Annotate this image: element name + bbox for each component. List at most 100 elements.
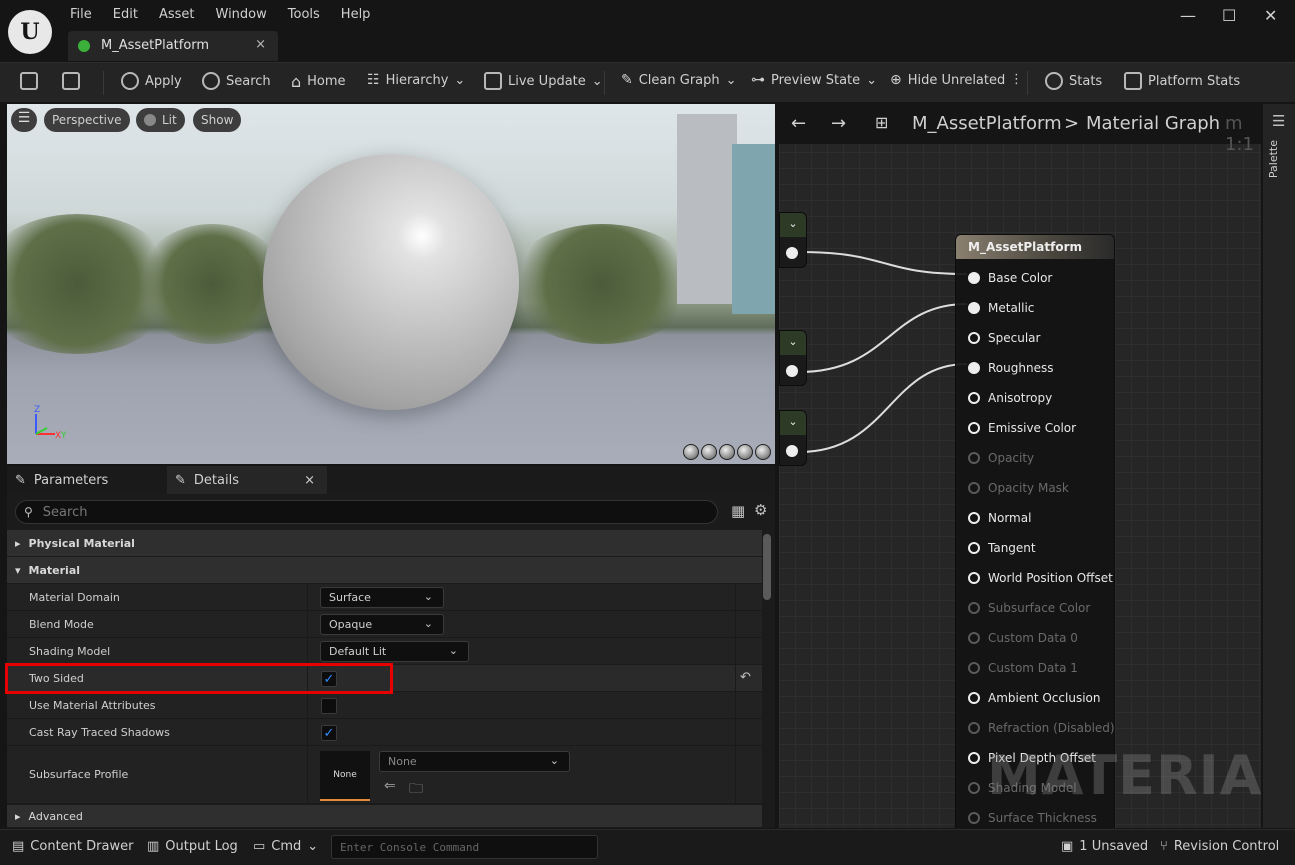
category-material[interactable]: ▾ Material xyxy=(7,557,762,583)
settings-gear-icon[interactable]: ⚙ xyxy=(754,501,767,519)
document-tab[interactable]: M_AssetPlatform × xyxy=(68,31,278,61)
custom-mesh-preview-button[interactable] xyxy=(755,444,771,460)
node-input-pin[interactable]: Metallic xyxy=(968,301,1034,315)
node-input-pin[interactable]: Refraction (Disabled) xyxy=(968,721,1115,735)
platform-stats-button[interactable]: Platform Stats xyxy=(1124,72,1240,90)
node-input-pin[interactable]: Custom Data 1 xyxy=(968,661,1078,675)
save-button[interactable] xyxy=(20,72,38,90)
palette-list-icon[interactable]: ☰ xyxy=(1272,112,1285,130)
material-result-node[interactable]: M_AssetPlatform Base Color Metallic Specul… xyxy=(955,234,1115,828)
revision-control-button[interactable]: ⑂ Revision Control xyxy=(1160,839,1279,854)
preview-state-button[interactable]: ⊶ Preview State ⌄ xyxy=(751,72,877,88)
menu-help[interactable]: Help xyxy=(341,7,380,22)
reset-to-default-icon[interactable]: ↶ xyxy=(740,670,751,685)
sphere-preview-button[interactable] xyxy=(701,444,717,460)
pin-label: Subsurface Color xyxy=(988,601,1091,615)
more-options-button[interactable]: ⋮ xyxy=(1010,72,1023,87)
tab-parameters[interactable]: ✎ Parameters xyxy=(7,466,167,494)
property-label: Material Domain xyxy=(29,591,120,604)
search-button[interactable]: Search xyxy=(202,72,271,90)
details-panel: ⚲ Search ▦ ⚙ ▸ Physical Material ▾ Material… xyxy=(7,494,775,828)
texture-node-2[interactable]: ⌄ xyxy=(779,330,807,386)
output-pin[interactable] xyxy=(786,365,798,377)
node-input-pin[interactable]: Subsurface Color xyxy=(968,601,1090,615)
unsaved-button[interactable]: ▣ 1 Unsaved xyxy=(1061,839,1148,854)
texture-node-3[interactable]: ⌄ xyxy=(779,410,807,466)
category-physical-material[interactable]: ▸ Physical Material xyxy=(7,530,762,556)
perspective-button[interactable]: Perspective xyxy=(44,108,130,132)
pin-label: Ambient Occlusion xyxy=(988,691,1101,705)
details-search-input[interactable]: ⚲ Search xyxy=(15,500,718,524)
forward-arrow-icon[interactable]: → xyxy=(831,113,846,134)
hide-unrelated-button[interactable]: ⊕ Hide Unrelated xyxy=(890,72,1005,88)
viewport-menu-button[interactable]: ☰ xyxy=(11,108,37,132)
menu-edit[interactable]: Edit xyxy=(113,7,147,22)
use-material-attributes-checkbox[interactable] xyxy=(321,698,337,714)
category-advanced[interactable]: ▸ Advanced xyxy=(7,805,762,827)
property-row-subsurface-profile: Subsurface Profile None None ⌄ ⇐ 🗀 xyxy=(7,746,762,804)
node-input-pin[interactable]: Normal xyxy=(968,511,1031,525)
menu-tools[interactable]: Tools xyxy=(288,7,329,22)
node-input-pin[interactable]: Opacity xyxy=(968,451,1034,465)
pin-circle-icon xyxy=(968,752,980,764)
lit-label: Lit xyxy=(162,113,177,127)
cylinder-preview-button[interactable] xyxy=(683,444,699,460)
breadcrumb-material-graph[interactable]: Material Graph xyxy=(1086,113,1220,134)
minimize-button[interactable]: — xyxy=(1180,6,1196,25)
lit-button[interactable]: Lit xyxy=(136,108,185,132)
show-button[interactable]: Show xyxy=(193,108,242,132)
node-input-pin[interactable]: Anisotropy xyxy=(968,391,1052,405)
browse-asset-icon[interactable]: 🗀 xyxy=(409,778,423,802)
subsurface-profile-dropdown[interactable]: None ⌄ xyxy=(379,751,570,772)
use-selected-asset-icon[interactable]: ⇐ xyxy=(384,778,396,794)
material-graph[interactable]: ← → ⊞ M_AssetPlatform > Material Graph m… xyxy=(779,104,1261,828)
details-scrollbar[interactable] xyxy=(763,534,771,600)
output-log-button[interactable]: ▥ Output Log xyxy=(147,839,238,854)
node-input-pin[interactable]: Roughness xyxy=(968,361,1053,375)
subsurface-profile-thumbnail[interactable]: None xyxy=(320,751,370,801)
node-input-pin[interactable]: Specular xyxy=(968,331,1040,345)
node-input-pin[interactable]: Custom Data 0 xyxy=(968,631,1078,645)
node-input-pin[interactable]: Base Color xyxy=(968,271,1052,285)
node-input-pin[interactable]: World Position Offset xyxy=(968,571,1113,585)
table-view-icon[interactable]: ▦ xyxy=(731,502,745,520)
preview-viewport[interactable]: ☰ Perspective Lit Show Z X Y xyxy=(7,104,775,464)
menu-window[interactable]: Window xyxy=(216,7,276,22)
live-update-button[interactable]: Live Update ⌄ xyxy=(484,72,603,90)
shading-model-dropdown[interactable]: Default Lit ⌄ xyxy=(320,641,469,662)
material-domain-dropdown[interactable]: Surface ⌄ xyxy=(320,587,444,608)
blend-mode-dropdown[interactable]: Opaque ⌄ xyxy=(320,614,444,635)
close-tab-button[interactable]: × xyxy=(255,37,266,52)
palette-tab[interactable]: Palette xyxy=(1267,140,1280,178)
unreal-logo-icon[interactable]: U xyxy=(8,10,52,54)
node-input-pin[interactable]: Surface Thickness xyxy=(968,811,1097,825)
output-pin[interactable] xyxy=(786,445,798,457)
cast-ray-traced-shadows-checkbox[interactable]: ✓ xyxy=(321,725,337,741)
texture-node-1[interactable]: ⌄ xyxy=(779,212,807,268)
breadcrumb-asset[interactable]: M_AssetPlatform xyxy=(912,113,1062,134)
pin-label: Roughness xyxy=(988,361,1054,375)
back-arrow-icon[interactable]: ← xyxy=(791,113,806,134)
cube-preview-button[interactable] xyxy=(737,444,753,460)
close-window-button[interactable]: ✕ xyxy=(1264,6,1277,25)
node-input-pin[interactable]: Tangent xyxy=(968,541,1036,555)
node-input-pin[interactable]: Opacity Mask xyxy=(968,481,1069,495)
node-input-pin[interactable]: Emissive Color xyxy=(968,421,1076,435)
home-button[interactable]: ⌂ Home xyxy=(291,72,346,91)
output-pin[interactable] xyxy=(786,247,798,259)
tab-details[interactable]: ✎ Details × xyxy=(167,466,327,494)
apply-button[interactable]: Apply xyxy=(121,72,182,90)
hierarchy-button[interactable]: ☷ Hierarchy ⌄ xyxy=(367,72,465,88)
cmd-dropdown[interactable]: ▭ Cmd ⌄ xyxy=(253,839,318,854)
plane-preview-button[interactable] xyxy=(719,444,735,460)
menu-asset[interactable]: Asset xyxy=(159,7,204,22)
browse-button[interactable] xyxy=(62,72,80,90)
content-drawer-button[interactable]: ▤ Content Drawer xyxy=(12,839,133,854)
close-details-tab-button[interactable]: × xyxy=(304,473,315,488)
node-input-pin[interactable]: Ambient Occlusion xyxy=(968,691,1100,705)
console-command-input[interactable]: Enter Console Command xyxy=(331,835,598,859)
menu-file[interactable]: File xyxy=(70,7,101,22)
stats-button[interactable]: Stats xyxy=(1045,72,1102,90)
clean-graph-button[interactable]: ✎ Clean Graph ⌄ xyxy=(621,72,737,88)
maximize-button[interactable]: ☐ xyxy=(1222,6,1236,25)
